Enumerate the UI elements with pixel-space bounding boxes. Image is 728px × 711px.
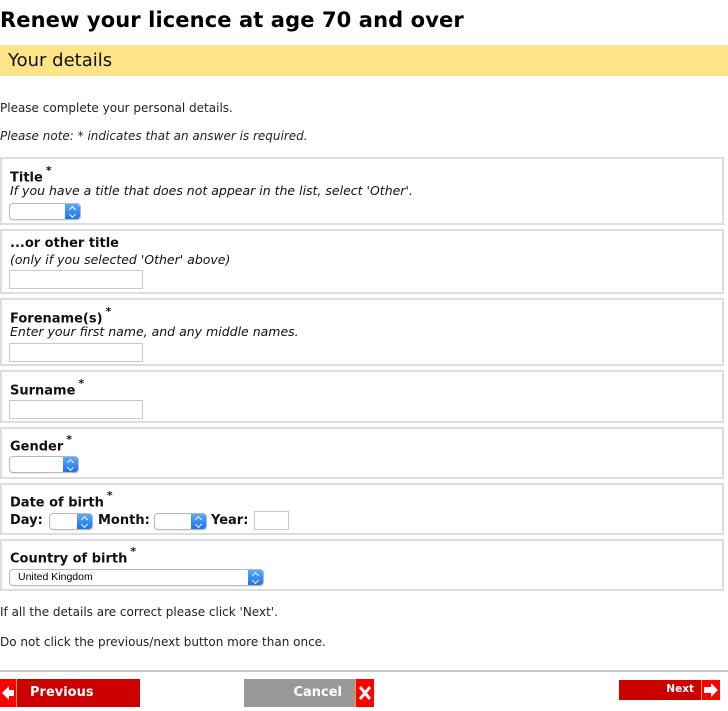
select-arrows-icon [248, 570, 263, 585]
forenames-hint: Enter your first name, and any middle na… [10, 324, 299, 339]
close-icon [355, 679, 374, 707]
dob-month-select[interactable] [154, 513, 207, 530]
field-gender: Gender * [0, 427, 724, 479]
dob-label: Date of birth * [10, 489, 113, 511]
other-title-input[interactable] [9, 270, 143, 289]
dob-month-label: Month: [98, 513, 150, 528]
dob-day-select[interactable] [49, 513, 93, 530]
required-marker: * [106, 489, 113, 502]
required-marker: * [45, 164, 52, 177]
warning-text: Do not click the previous/next button mo… [0, 635, 326, 649]
field-country-of-birth: Country of birth * United Kingdom [0, 539, 724, 591]
section-header: Your details [0, 45, 728, 76]
field-date-of-birth: Date of birth * Day: Month: Year: [0, 483, 724, 535]
surname-input[interactable] [9, 400, 143, 419]
cancel-button[interactable]: Cancel [244, 679, 374, 707]
previous-button[interactable]: Previous [0, 679, 140, 707]
surname-label: Surname * [10, 377, 85, 399]
field-other-title: ...or other title (only if you selected … [0, 229, 724, 294]
other-title-label: ...or other title [10, 236, 119, 251]
arrow-right-icon [701, 680, 720, 700]
dob-day-label: Day: [10, 513, 43, 528]
country-label: Country of birth * [10, 545, 137, 567]
required-marker: * [130, 545, 137, 558]
country-select[interactable]: United Kingdom [9, 569, 264, 586]
select-arrows-icon [65, 204, 80, 219]
select-arrows-icon [191, 514, 206, 529]
required-marker: * [78, 377, 85, 390]
field-title: Title * If you have a title that does not… [0, 157, 724, 225]
other-title-hint: (only if you selected 'Other' above) [10, 252, 231, 267]
section-title: Your details [8, 50, 113, 71]
intro-text: Please complete your personal details. [0, 101, 233, 115]
select-arrows-icon [77, 514, 92, 529]
gender-label: Gender * [10, 433, 73, 455]
dob-year-input[interactable] [254, 511, 289, 530]
confirm-text: If all the details are correct please cl… [0, 605, 278, 619]
title-hint: If you have a title that does not appear… [10, 183, 413, 198]
required-marker: * [66, 433, 73, 446]
arrow-left-icon [0, 679, 17, 707]
required-note: Please note: * indicates that an answer … [0, 129, 308, 143]
field-forenames: Forename(s) * Enter your first name, and … [0, 298, 724, 366]
required-marker: * [105, 305, 112, 318]
divider [0, 670, 728, 672]
title-select[interactable] [9, 203, 81, 220]
select-arrows-icon [63, 457, 78, 472]
dob-year-label: Year: [211, 513, 249, 528]
page-title: Renew your licence at age 70 and over [0, 8, 464, 32]
next-button[interactable]: Next [619, 680, 720, 700]
forenames-input[interactable] [9, 343, 143, 362]
field-surname: Surname * [0, 370, 724, 423]
gender-select[interactable] [9, 456, 79, 473]
